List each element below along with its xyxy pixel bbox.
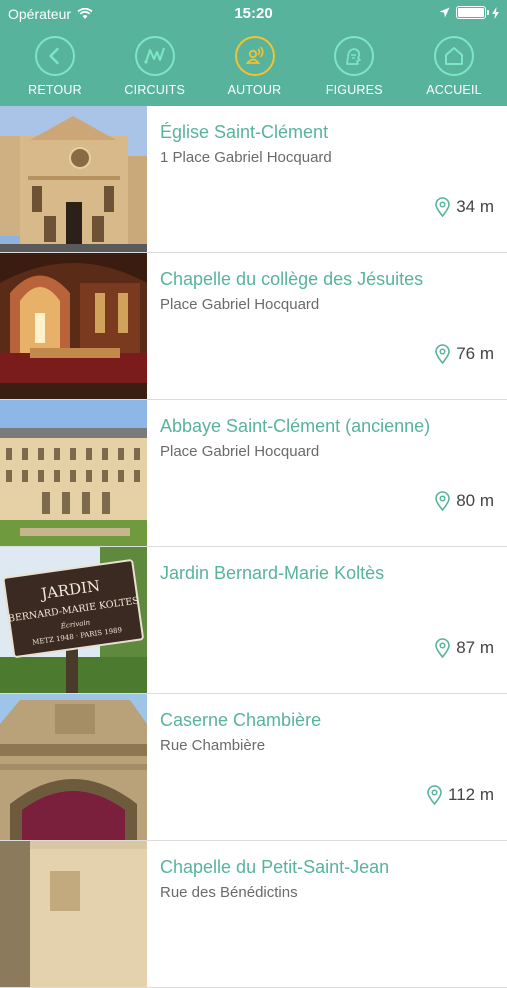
place-address: Place Gabriel Hocquard bbox=[160, 296, 320, 313]
place-photo-garden-sign: JARDIN BERNARD-MARIE KOLTES Écrivain MET… bbox=[0, 547, 147, 693]
place-address: 1 Place Gabriel Hocquard bbox=[160, 149, 332, 166]
place-photo-chapel-interior bbox=[0, 253, 147, 399]
nav-circuits-button[interactable]: CIRCUITS bbox=[115, 36, 195, 102]
place-distance: 34 m bbox=[435, 197, 494, 217]
place-title: Jardin Bernard-Marie Koltès bbox=[160, 563, 385, 583]
nav-figures-button[interactable]: FIGURES bbox=[314, 36, 394, 102]
place-distance: 76 m bbox=[435, 344, 494, 364]
main-nav: RETOUR CIRCUITS AUTOUR FIGURES ACCUEIL bbox=[0, 36, 507, 102]
place-photo-church-facade bbox=[0, 106, 147, 252]
nav-figures-label: FIGURES bbox=[325, 83, 383, 97]
app-header: Opérateur 15:20 RETOUR CIRCUITS AUTOUR F… bbox=[0, 0, 507, 106]
distance-value: 87 m bbox=[456, 638, 494, 657]
nav-accueil-button[interactable]: ACCUEIL bbox=[414, 36, 494, 102]
nav-retour-button[interactable]: RETOUR bbox=[15, 36, 95, 102]
nav-autour-label: AUTOUR bbox=[227, 83, 282, 97]
nearby-places-list: Église Saint-Clément 1 Place Gabriel Hoc… bbox=[0, 106, 507, 988]
place-address: Place Gabriel Hocquard bbox=[160, 443, 320, 460]
figures-portrait-icon bbox=[346, 48, 362, 65]
circuits-path-icon bbox=[144, 47, 165, 64]
place-title: Chapelle du Petit-Saint-Jean bbox=[160, 857, 390, 877]
nav-accueil-label: ACCUEIL bbox=[426, 83, 482, 97]
nav-circuits-label: CIRCUITS bbox=[124, 83, 186, 97]
map-pin-icon bbox=[435, 638, 451, 658]
nav-autour-circle bbox=[234, 36, 275, 76]
place-distance: 112 m bbox=[427, 785, 494, 805]
location-arrow-icon bbox=[439, 7, 450, 18]
status-time: 15:20 bbox=[234, 5, 273, 22]
map-pin-icon bbox=[435, 491, 451, 511]
distance-value: 34 m bbox=[456, 197, 494, 216]
nav-accueil-circle bbox=[434, 36, 474, 76]
place-title: Abbaye Saint-Clément (ancienne) bbox=[160, 416, 431, 436]
battery-fill bbox=[458, 8, 484, 17]
place-title: Chapelle du collège des Jésuites bbox=[160, 269, 424, 289]
place-row[interactable]: Chapelle du Petit-Saint-Jean Rue des Bén… bbox=[0, 841, 507, 988]
place-distance: 80 m bbox=[435, 491, 494, 511]
charging-bolt-icon bbox=[492, 6, 499, 19]
nav-autour-button[interactable]: AUTOUR bbox=[215, 36, 295, 102]
map-pin-icon bbox=[435, 344, 451, 364]
place-row[interactable]: Caserne Chambière Rue Chambière 112 m bbox=[0, 694, 507, 841]
place-distance: 87 m bbox=[435, 638, 494, 658]
nearby-person-icon bbox=[245, 46, 264, 64]
place-address: Rue des Bénédictins bbox=[160, 884, 298, 901]
place-photo-small-chapel bbox=[0, 841, 147, 987]
chevron-left-icon bbox=[49, 47, 59, 65]
place-row[interactable]: JARDIN BERNARD-MARIE KOLTES Écrivain MET… bbox=[0, 547, 507, 694]
distance-value: 112 m bbox=[448, 785, 494, 804]
place-address: Rue Chambière bbox=[160, 737, 266, 754]
place-row[interactable]: Abbaye Saint-Clément (ancienne) Place Ga… bbox=[0, 400, 507, 547]
place-row[interactable]: Chapelle du collège des Jésuites Place G… bbox=[0, 253, 507, 400]
map-pin-icon bbox=[435, 197, 451, 217]
nav-retour-circle bbox=[35, 36, 75, 76]
status-bar: Opérateur 15:20 bbox=[0, 0, 507, 28]
nav-retour-label: RETOUR bbox=[28, 83, 82, 97]
nav-circuits-circle bbox=[134, 36, 175, 76]
map-pin-icon bbox=[427, 785, 442, 805]
place-title: Église Saint-Clément bbox=[160, 122, 329, 142]
status-right bbox=[439, 6, 499, 19]
distance-value: 80 m bbox=[456, 491, 494, 510]
nav-figures-circle bbox=[334, 36, 375, 76]
place-photo-abbey-building bbox=[0, 400, 147, 546]
place-photo-barracks-gate bbox=[0, 694, 147, 840]
distance-value: 76 m bbox=[456, 344, 494, 363]
battery-icon bbox=[456, 6, 489, 19]
place-row[interactable]: Église Saint-Clément 1 Place Gabriel Hoc… bbox=[0, 106, 507, 253]
place-title: Caserne Chambière bbox=[160, 710, 322, 730]
home-icon bbox=[445, 47, 463, 65]
